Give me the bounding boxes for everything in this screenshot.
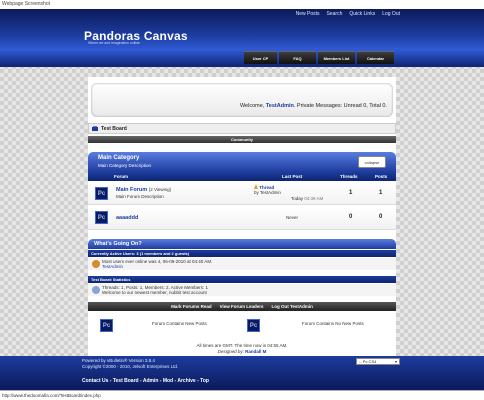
chevron-down-icon: ▾ [394,359,397,364]
no-new-posts-legend-label: Forum Contains No New Posts [302,321,364,326]
topnav-log-out[interactable]: Log Out [382,11,400,17]
statistics-header: Test Board Statistics [88,276,396,283]
mark-forums-read-link[interactable]: Mark Forums Read [171,304,212,309]
active-users-header: Currently Active Users: 3 (1 members and… [88,250,396,257]
home-icon[interactable] [92,126,98,131]
active-user-link[interactable]: TestAdmin [102,264,123,269]
private-messages-text[interactable]: . Private Messages: Unread 0, Total 0. [294,103,387,109]
tab-calendar[interactable]: Calendar [357,51,394,64]
breadcrumb-board[interactable]: Test Board [101,126,127,132]
tab-faq[interactable]: FAQ [279,51,316,64]
newest-member-text[interactable]: Welcome to our newest member, nubbit tes… [102,290,207,295]
community-label: Community [231,137,253,142]
topnav-search[interactable]: Search [327,11,343,17]
forum-description: Main Forum Description [116,194,164,199]
forum-column-headers: Forum Last Post Threads Posts [88,172,396,181]
designer-link[interactable]: Randall M [245,349,266,354]
no-new-posts-legend-icon: Pc [247,319,260,332]
statistics-panel: Threads: 1, Posts: 1, Members: 2, Active… [88,284,396,296]
column-threads: Threads [340,174,358,179]
footer-links[interactable]: Contact Us - Test Board - Admin - Mod - … [82,378,209,384]
log-out-link[interactable]: Log Out TestAdmin [272,304,313,309]
category-header: Main Category Main Category Description … [88,152,396,172]
site-tagline: Where art and imagination collide [88,41,140,45]
status-bar: http://www.thedoomafia.com/TestBoard/ind… [0,390,484,400]
window-caption: Webpage Screenshot [2,1,50,7]
style-select[interactable]: -- Pc CS4 ▾ [356,358,400,365]
post-count: 1 [379,190,383,196]
forum-row-main: Pc Main Forum (2 Viewing) Main Forum Des… [88,182,396,205]
browser-viewport: New Posts Search Quick Links Log Out Pan… [0,9,484,390]
users-icon [92,260,100,268]
forum-row-aaaaddd: Pc aaaaddd Never 0 0 [88,207,396,230]
forum-name[interactable]: Main Forum [116,187,147,193]
warning-icon [254,184,258,189]
thread-count: 0 [349,214,353,220]
post-count: 0 [379,214,383,220]
welcome-prefix: Welcome, [239,103,266,109]
last-post-author[interactable]: by TestAdmin [254,190,281,195]
new-posts-legend-icon: Pc [100,319,113,332]
category-description: Main Category Description [98,163,152,168]
footer-credits: Powered by vBulletin® Version 3.8.4 Copy… [82,358,178,369]
top-nav: New Posts Search Quick Links Log Out [296,11,400,17]
tab-user-cp[interactable]: User CP [244,51,277,64]
forum-status-icon: Pc [95,187,108,200]
header-tabs: User CP FAQ Members List Calendar [244,51,394,64]
whats-going-on-title: What's Going On? [94,241,142,247]
tab-members-list[interactable]: Members List [318,51,355,64]
forum-status-icon: Pc [95,211,108,224]
site-footer: Powered by vBulletin® Version 3.8.4 Copy… [0,356,484,390]
designed-by: Designed by: Randall M [88,349,396,354]
collapse-button[interactable]: collapse [358,156,386,168]
welcome-panel: Welcome, TestAdmin. Private Messages: Un… [91,83,393,117]
forum-page: Welcome, TestAdmin. Private Messages: Un… [88,77,396,363]
active-users-title[interactable]: Currently Active Users: 3 (1 members and… [91,251,189,256]
thread-count: 1 [349,190,353,196]
last-post-never: Never [286,215,299,220]
forum-link: Main Forum (2 Viewing) [116,187,171,193]
view-forum-leaders-link[interactable]: View Forum Leaders [220,304,264,309]
welcome-message: Welcome, TestAdmin. Private Messages: Un… [240,103,387,109]
last-post-clock: 04:39 AM [304,196,324,201]
statistics-title: Test Board Statistics [91,277,131,282]
topnav-new-posts[interactable]: New Posts [296,11,320,17]
category-title[interactable]: Main Category [98,155,139,161]
stats-icon [92,286,100,294]
time-note: All times are GMT. The time now is 04:55… [196,343,288,348]
forum-viewing: (2 Viewing) [148,187,172,192]
whats-going-on-header: What's Going On? [88,239,396,249]
breadcrumb: Test Board [88,123,396,134]
forum-links-bar: Mark Forums Read View Forum Leaders Log … [88,302,396,311]
new-posts-legend-label: Forum Contains New Posts [152,321,207,326]
site-header: New Posts Search Quick Links Log Out Pan… [0,9,484,67]
welcome-user-link[interactable]: TestAdmin [266,103,294,109]
forum-name[interactable]: aaaaddd [116,215,138,221]
active-users-panel: Most users ever online was 4, 06-09-2010… [88,258,396,270]
last-post-date: Today [291,196,304,201]
last-post-time: Today 04:39 AM [291,196,323,201]
column-last-post: Last Post [282,174,303,179]
designed-by-prefix: Designed by: [217,349,246,354]
column-forum: Forum [114,174,128,179]
copyright-text: Copyright ©2000 - 2010, Jelsoft Enterpri… [82,363,179,369]
style-select-value: -- Pc CS4 [359,359,377,364]
topnav-quick-links[interactable]: Quick Links [349,11,375,17]
community-bar: Community [88,136,396,143]
column-posts: Posts [375,174,388,179]
